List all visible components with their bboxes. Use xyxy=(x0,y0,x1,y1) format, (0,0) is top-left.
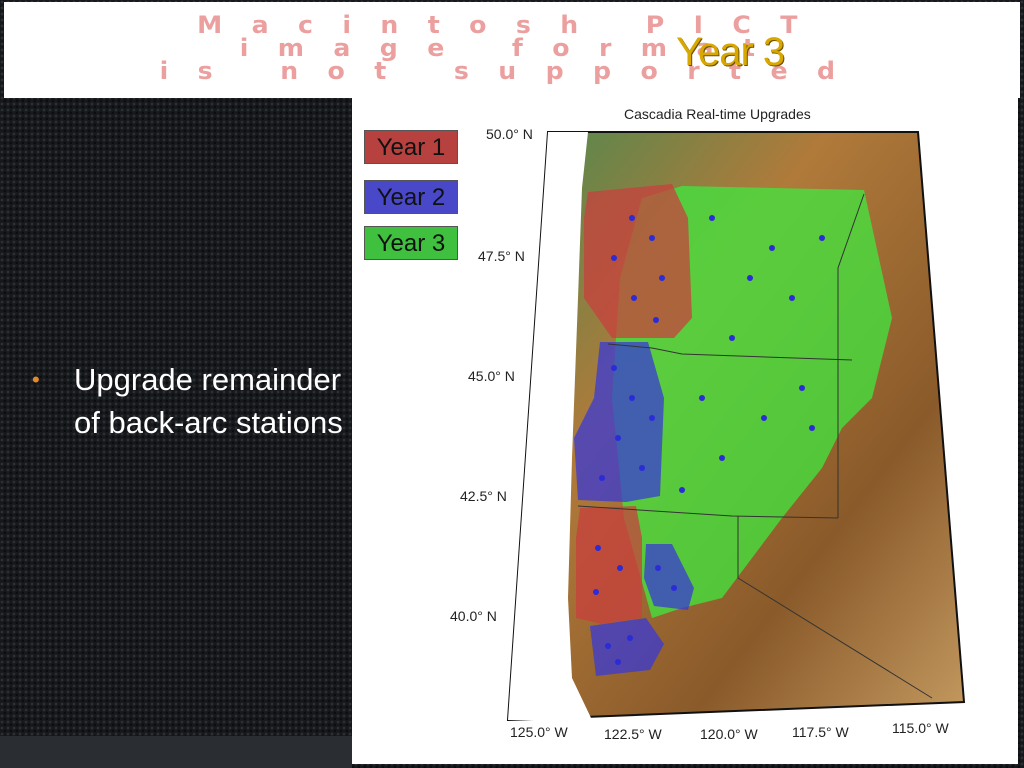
terrain-map xyxy=(506,131,966,722)
lat-label-45: 45.0° N xyxy=(468,368,515,384)
unsupported-image-placeholder: Macintosh PICT image format is not suppo… xyxy=(4,2,1020,98)
lon-label-120: 120.0° W xyxy=(700,726,758,742)
lon-label-115: 115.0° W xyxy=(892,720,949,736)
lat-label-40: 40.0° N xyxy=(450,608,497,624)
pict-line-3: is not supported xyxy=(159,57,865,85)
year1-region-north xyxy=(584,184,692,338)
map-figure: Cascadia Real-time Upgrades Year 1 Year … xyxy=(352,98,1018,764)
lat-label-47-5: 47.5° N xyxy=(478,248,525,264)
lat-label-50: 50.0° N xyxy=(486,126,533,142)
lat-label-42-5: 42.5° N xyxy=(460,488,507,504)
footer-bar xyxy=(0,736,352,768)
bullet-text: Upgrade remainder of back-arc stations xyxy=(74,362,343,440)
lon-label-125: 125.0° W xyxy=(510,724,568,740)
slide-title: Year 3 xyxy=(676,30,785,74)
lon-label-122-5: 122.5° W xyxy=(604,726,662,742)
lon-label-117-5: 117.5° W xyxy=(792,724,849,740)
pict-warning-text: Macintosh PICT image format is not suppo… xyxy=(0,13,1024,85)
year1-region-south xyxy=(576,506,642,624)
bullet-dot-icon: • xyxy=(32,367,40,392)
